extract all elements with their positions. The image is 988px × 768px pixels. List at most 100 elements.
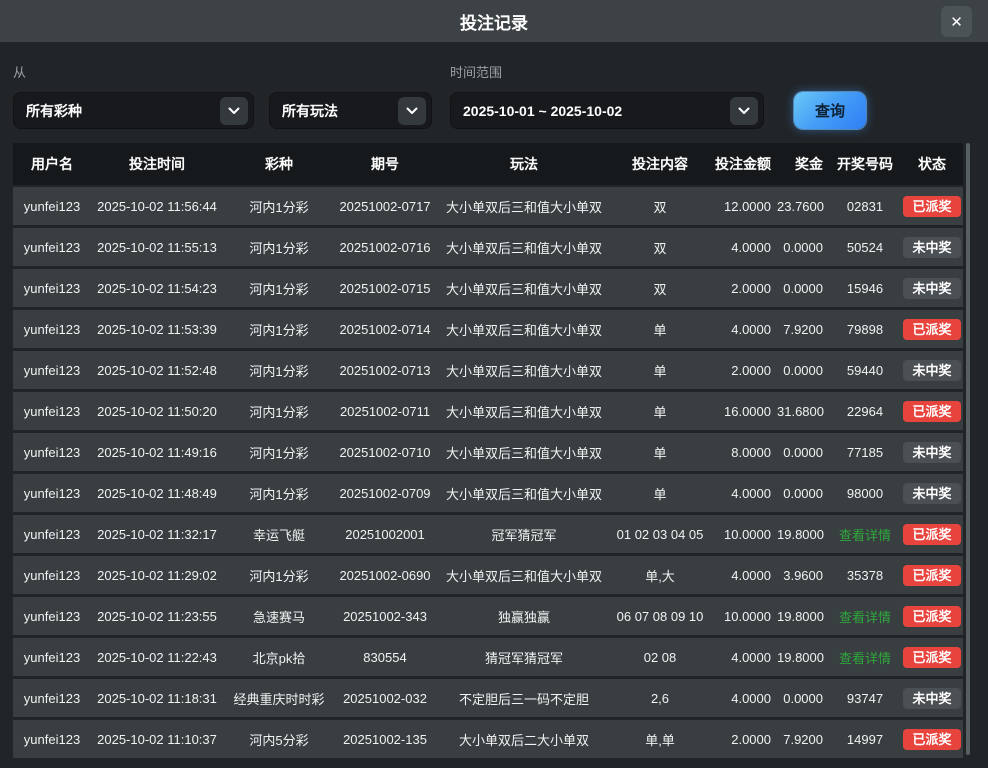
cell-prize: 19.8000 bbox=[777, 650, 829, 665]
cell-lottery-type: 河内1分彩 bbox=[223, 443, 335, 462]
table-row: yunfei1232025-10-02 11:23:55急速赛马20251002… bbox=[13, 597, 963, 635]
cell-draw-number: 98000 bbox=[829, 486, 901, 501]
cell-lottery-type: 河内1分彩 bbox=[223, 484, 335, 503]
cell-issue-number: 20251002-343 bbox=[335, 609, 435, 624]
cell-username: yunfei123 bbox=[13, 527, 91, 542]
column-header: 彩种 bbox=[223, 154, 335, 174]
cell-draw-number: 查看详情 bbox=[829, 648, 901, 667]
status-badge: 未中奖 bbox=[903, 483, 960, 504]
cell-issue-number: 20251002-0715 bbox=[335, 281, 435, 296]
column-header: 用户名 bbox=[13, 154, 91, 174]
cell-prize: 23.7600 bbox=[777, 199, 829, 214]
cell-lottery-type: 急速赛马 bbox=[223, 607, 335, 626]
cell-bet-amount: 10.0000 bbox=[707, 527, 777, 542]
cell-bet-amount: 4.0000 bbox=[707, 568, 777, 583]
cell-bet-content: 单 bbox=[613, 320, 707, 339]
chevron-down-icon bbox=[398, 97, 426, 125]
cell-prize: 19.8000 bbox=[777, 609, 829, 624]
play-type-select[interactable]: 所有玩法 bbox=[269, 92, 432, 129]
cell-bet-amount: 2.0000 bbox=[707, 732, 777, 747]
cell-status: 已派奖 bbox=[901, 606, 963, 627]
cell-status: 已派奖 bbox=[901, 647, 963, 668]
status-badge: 已派奖 bbox=[903, 565, 960, 586]
cell-bet-content: 双 bbox=[613, 197, 707, 216]
view-details-link[interactable]: 查看详情 bbox=[839, 528, 891, 543]
filter-group-play: 所有玩法 bbox=[254, 92, 432, 129]
cell-bet-time: 2025-10-02 11:18:31 bbox=[91, 691, 223, 706]
from-label: 从 bbox=[13, 62, 254, 81]
column-header: 奖金 bbox=[777, 154, 829, 174]
table-row: yunfei1232025-10-02 11:52:48河内1分彩2025100… bbox=[13, 351, 963, 389]
cell-bet-content: 单,大 bbox=[613, 566, 707, 585]
cell-play-type: 大小单双后二大小单双 bbox=[435, 730, 613, 749]
cell-bet-amount: 12.0000 bbox=[707, 199, 777, 214]
cell-prize: 19.8000 bbox=[777, 527, 829, 542]
table-row: yunfei1232025-10-02 11:32:17幸运飞艇20251002… bbox=[13, 515, 963, 553]
view-details-link[interactable]: 查看详情 bbox=[839, 651, 891, 666]
status-badge: 已派奖 bbox=[903, 647, 960, 668]
cell-play-type: 不定胆后三一码不定胆 bbox=[435, 689, 613, 708]
cell-prize: 0.0000 bbox=[777, 240, 829, 255]
cell-username: yunfei123 bbox=[13, 568, 91, 583]
cell-bet-amount: 16.0000 bbox=[707, 404, 777, 419]
cell-prize: 31.6800 bbox=[777, 404, 829, 419]
status-badge: 已派奖 bbox=[903, 319, 960, 340]
cell-status: 已派奖 bbox=[901, 196, 963, 217]
cell-issue-number: 20251002-135 bbox=[335, 732, 435, 747]
table-row: yunfei1232025-10-02 11:18:31经典重庆时时彩20251… bbox=[13, 679, 963, 717]
cell-draw-number: 79898 bbox=[829, 322, 901, 337]
table-header-row: 用户名投注时间彩种期号玩法投注内容投注金额奖金开奖号码状态 bbox=[13, 143, 963, 185]
table-row: yunfei1232025-10-02 11:55:13河内1分彩2025100… bbox=[13, 228, 963, 266]
cell-bet-time: 2025-10-02 11:56:44 bbox=[91, 199, 223, 214]
cell-lottery-type: 河内1分彩 bbox=[223, 361, 335, 380]
filter-group-lottery: 从 所有彩种 bbox=[13, 62, 254, 129]
cell-lottery-type: 河内1分彩 bbox=[223, 402, 335, 421]
cell-draw-number: 查看详情 bbox=[829, 607, 901, 626]
status-badge: 已派奖 bbox=[903, 606, 960, 627]
lottery-type-value: 所有彩种 bbox=[26, 101, 220, 121]
cell-play-type: 大小单双后三和值大小单双 bbox=[435, 238, 613, 257]
status-badge: 已派奖 bbox=[903, 196, 960, 217]
filter-group-range: 时间范围 2025-10-01 ~ 2025-10-02 bbox=[450, 62, 764, 129]
cell-lottery-type: 河内1分彩 bbox=[223, 238, 335, 257]
cell-prize: 0.0000 bbox=[777, 281, 829, 296]
cell-bet-time: 2025-10-02 11:10:37 bbox=[91, 732, 223, 747]
close-icon: ✕ bbox=[950, 13, 963, 31]
view-details-link[interactable]: 查看详情 bbox=[839, 610, 891, 625]
cell-prize: 7.9200 bbox=[777, 322, 829, 337]
cell-prize: 0.0000 bbox=[777, 486, 829, 501]
cell-lottery-type: 河内1分彩 bbox=[223, 279, 335, 298]
query-button[interactable]: 查询 bbox=[794, 92, 866, 129]
cell-issue-number: 20251002-0717 bbox=[335, 199, 435, 214]
cell-draw-number: 77185 bbox=[829, 445, 901, 460]
cell-prize: 0.0000 bbox=[777, 691, 829, 706]
cell-lottery-type: 经典重庆时时彩 bbox=[223, 689, 335, 708]
scrollbar[interactable] bbox=[966, 143, 970, 755]
cell-issue-number: 20251002-0709 bbox=[335, 486, 435, 501]
cell-bet-amount: 10.0000 bbox=[707, 609, 777, 624]
cell-bet-content: 单 bbox=[613, 402, 707, 421]
status-badge: 已派奖 bbox=[903, 401, 960, 422]
cell-bet-amount: 4.0000 bbox=[707, 691, 777, 706]
bet-records-modal: 投注记录 ✕ 从 所有彩种 所有玩法 时间范围 bbox=[0, 0, 988, 758]
status-badge: 未中奖 bbox=[903, 237, 960, 258]
date-range-select[interactable]: 2025-10-01 ~ 2025-10-02 bbox=[450, 92, 764, 129]
cell-status: 已派奖 bbox=[901, 565, 963, 586]
table-row: yunfei1232025-10-02 11:22:43北京pk拾830554猜… bbox=[13, 638, 963, 676]
cell-bet-time: 2025-10-02 11:29:02 bbox=[91, 568, 223, 583]
table-body: yunfei1232025-10-02 11:56:44河内1分彩2025100… bbox=[13, 187, 963, 758]
cell-username: yunfei123 bbox=[13, 486, 91, 501]
cell-play-type: 独赢独赢 bbox=[435, 607, 613, 626]
table-row: yunfei1232025-10-02 11:56:44河内1分彩2025100… bbox=[13, 187, 963, 225]
cell-bet-content: 单 bbox=[613, 361, 707, 380]
cell-draw-number: 15946 bbox=[829, 281, 901, 296]
cell-bet-amount: 2.0000 bbox=[707, 281, 777, 296]
table-row: yunfei1232025-10-02 11:29:02河内1分彩2025100… bbox=[13, 556, 963, 594]
lottery-type-select[interactable]: 所有彩种 bbox=[13, 92, 254, 129]
chevron-down-icon bbox=[730, 97, 758, 125]
status-badge: 未中奖 bbox=[903, 360, 960, 381]
cell-prize: 0.0000 bbox=[777, 363, 829, 378]
close-button[interactable]: ✕ bbox=[941, 6, 972, 37]
cell-issue-number: 20251002-0716 bbox=[335, 240, 435, 255]
cell-bet-content: 2,6 bbox=[613, 691, 707, 706]
